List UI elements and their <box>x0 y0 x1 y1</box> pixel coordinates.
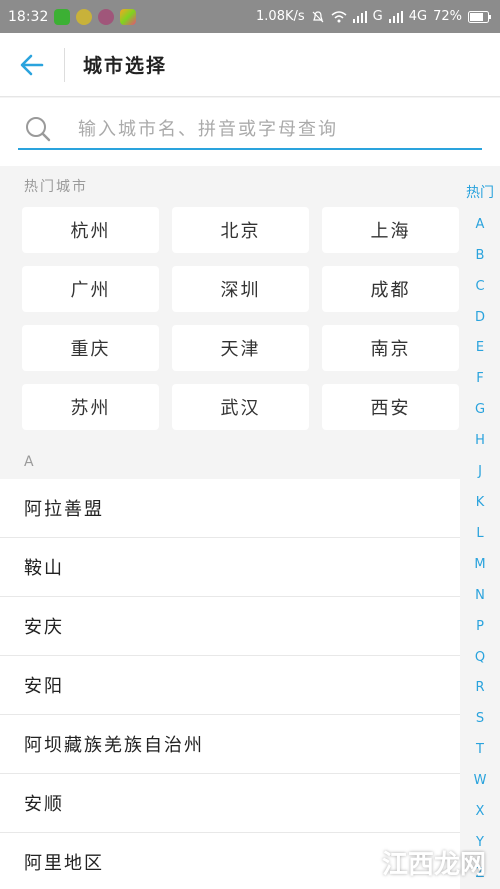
index-item-n[interactable]: N <box>460 580 500 611</box>
hot-city-button[interactable]: 成都 <box>322 266 459 312</box>
battery-level: 72% <box>433 9 462 24</box>
index-item-m[interactable]: M <box>460 549 500 580</box>
signal-icon <box>352 10 367 23</box>
index-item-f[interactable]: F <box>460 363 500 394</box>
list-item[interactable]: 鞍山 <box>0 538 460 597</box>
app-header: 城市选择 <box>0 33 500 97</box>
status-time: 18:32 <box>8 8 49 25</box>
app-icon-yellow <box>76 8 93 25</box>
hot-city-button[interactable]: 苏州 <box>22 384 159 430</box>
index-item-r[interactable]: R <box>460 673 500 704</box>
index-item-h[interactable]: H <box>460 425 500 456</box>
hot-city-button[interactable]: 南京 <box>322 325 459 371</box>
index-item-x[interactable]: X <box>460 796 500 827</box>
hot-cities-label: 热门城市 <box>24 179 88 195</box>
index-item-p[interactable]: P <box>460 611 500 642</box>
index-item-l[interactable]: L <box>460 518 500 549</box>
list-item[interactable]: 阿坝藏族羌族自治州 <box>0 715 460 774</box>
wechat-icon <box>54 8 71 25</box>
index-item-k[interactable]: K <box>460 487 500 518</box>
index-item-w[interactable]: W <box>460 765 500 796</box>
hot-city-button[interactable]: 上海 <box>322 207 459 253</box>
header-divider <box>64 47 65 82</box>
hot-city-button[interactable]: 北京 <box>172 207 309 253</box>
search-input[interactable] <box>78 118 458 140</box>
status-bar: 18:32 1.08K/s G 4G 72% <box>0 0 500 33</box>
mute-icon <box>312 10 324 22</box>
index-item-e[interactable]: E <box>460 333 500 364</box>
city-list: 阿拉善盟 鞍山 安庆 安阳 阿坝藏族羌族自治州 安顺 阿里地区 <box>0 479 460 889</box>
search-box <box>18 110 482 150</box>
index-item-a[interactable]: A <box>460 209 500 240</box>
back-arrow-icon <box>20 54 44 75</box>
network-speed: 1.08K/s <box>256 9 305 24</box>
hot-cities-grid: 杭州 北京 上海 广州 深圳 成都 重庆 天津 南京 苏州 武汉 西安 <box>22 207 460 430</box>
index-item-c[interactable]: C <box>460 271 500 302</box>
search-area <box>0 98 500 166</box>
list-item[interactable]: 安庆 <box>0 597 460 656</box>
search-icon <box>18 116 58 142</box>
alphabet-index-bar[interactable]: 热门 A B C D E F G H J K L M N P Q R S T W… <box>460 175 500 889</box>
signal-icon-2 <box>388 10 403 23</box>
hot-city-button[interactable]: 杭州 <box>22 207 159 253</box>
back-button[interactable] <box>0 33 64 97</box>
watermark: 江西龙网 <box>382 844 486 881</box>
watermark-text: 江西龙网 <box>381 850 486 880</box>
index-item-b[interactable]: B <box>460 240 500 271</box>
index-item-q[interactable]: Q <box>460 642 500 673</box>
network-type: G <box>372 9 383 24</box>
hot-city-button[interactable]: 深圳 <box>172 266 309 312</box>
list-item[interactable]: 安顺 <box>0 774 460 833</box>
battery-icon <box>468 10 491 23</box>
app-icon-multicolor <box>120 8 137 25</box>
list-item[interactable]: 安阳 <box>0 656 460 715</box>
index-item-g[interactable]: G <box>460 394 500 425</box>
list-item[interactable]: 阿拉善盟 <box>0 479 460 538</box>
status-left: 18:32 <box>8 8 137 25</box>
hot-city-button[interactable]: 西安 <box>322 384 459 430</box>
wifi-icon <box>331 10 347 22</box>
index-item-hot[interactable]: 热门 <box>460 175 500 209</box>
status-right: 1.08K/s G 4G 72% <box>256 9 492 24</box>
index-item-d[interactable]: D <box>460 302 500 333</box>
page-title: 城市选择 <box>83 55 168 77</box>
hot-city-button[interactable]: 重庆 <box>22 325 159 371</box>
hot-city-button[interactable]: 广州 <box>22 266 159 312</box>
index-item-s[interactable]: S <box>460 703 500 734</box>
network-type-2: 4G <box>408 9 428 24</box>
hot-city-button[interactable]: 天津 <box>172 325 309 371</box>
index-item-t[interactable]: T <box>460 734 500 765</box>
hot-city-button[interactable]: 武汉 <box>172 384 309 430</box>
group-a-label: A <box>24 454 36 470</box>
app-icon-purple <box>98 8 115 25</box>
index-item-j[interactable]: J <box>460 456 500 487</box>
